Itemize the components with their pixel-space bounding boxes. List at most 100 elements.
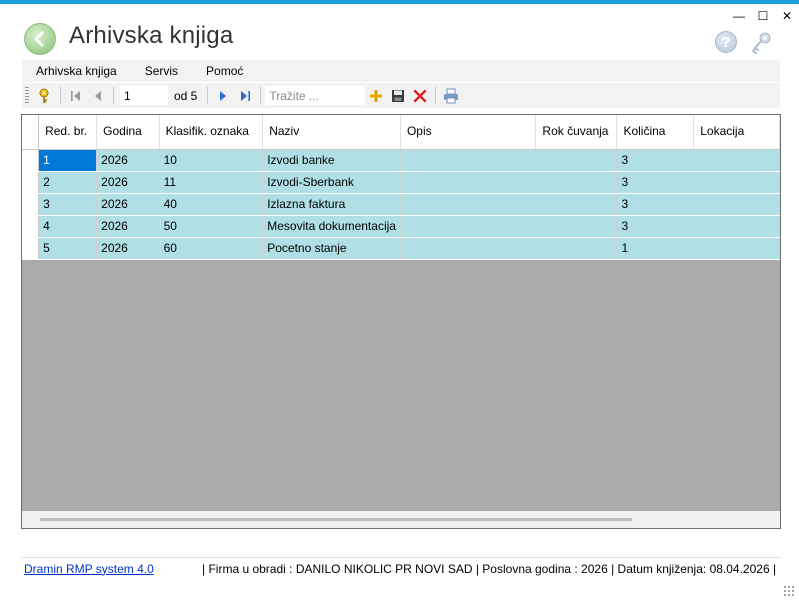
row-header[interactable] bbox=[22, 237, 40, 260]
table-row[interactable]: 2 2026 11 Izvodi-Sberbank 3 bbox=[22, 171, 780, 194]
last-record-button[interactable] bbox=[234, 86, 256, 106]
record-position-input[interactable] bbox=[120, 86, 168, 105]
column-header-naziv[interactable]: Naziv bbox=[262, 115, 401, 150]
back-button[interactable] bbox=[24, 23, 56, 55]
cell-lokacija[interactable] bbox=[693, 193, 780, 216]
cell-rok[interactable] bbox=[535, 149, 618, 172]
cell-godina[interactable]: 2026 bbox=[96, 149, 160, 172]
cell-kolicina[interactable]: 3 bbox=[616, 215, 695, 238]
status-info: | Firma u obradi : DANILO NIKOLIC PR NOV… bbox=[202, 561, 777, 576]
cell-oznaka[interactable]: 60 bbox=[159, 237, 264, 260]
toolbar-separator bbox=[435, 87, 437, 104]
cell-naziv[interactable]: Pocetno stanje bbox=[262, 237, 401, 260]
column-header-lokacija[interactable]: Lokacija bbox=[693, 115, 780, 150]
cell-naziv[interactable]: Izvodi-Sberbank bbox=[262, 171, 401, 194]
next-record-icon bbox=[220, 90, 227, 101]
cell-kolicina[interactable]: 3 bbox=[616, 193, 695, 216]
back-arrow-icon bbox=[34, 31, 44, 47]
cell-opis[interactable] bbox=[400, 171, 537, 194]
first-record-icon bbox=[71, 90, 80, 101]
toolbar-separator bbox=[260, 87, 262, 104]
cell-godina[interactable]: 2026 bbox=[96, 193, 160, 216]
archive-table: Red. br. Godina Klasifik. oznaka Naziv O… bbox=[22, 115, 780, 260]
column-header-rok-cuvanja[interactable]: Rok čuvanja bbox=[535, 115, 618, 150]
row-header[interactable] bbox=[22, 193, 40, 216]
minimize-button[interactable]: — bbox=[727, 6, 751, 26]
prev-record-icon bbox=[95, 90, 101, 101]
first-record-button[interactable] bbox=[65, 86, 87, 106]
menu-arhivska-knjiga[interactable]: Arhivska knjiga bbox=[22, 64, 131, 78]
column-header-godina[interactable]: Godina bbox=[96, 115, 160, 150]
column-header-klasifik-oznaka[interactable]: Klasifik. oznaka bbox=[159, 115, 264, 150]
column-header-opis[interactable]: Opis bbox=[400, 115, 537, 150]
window-controls: — ☐ ✕ bbox=[727, 6, 799, 26]
grid-header-row: Red. br. Godina Klasifik. oznaka Naziv O… bbox=[22, 115, 780, 150]
cell-kolicina[interactable]: 3 bbox=[616, 149, 695, 172]
toolbar-grip[interactable] bbox=[25, 87, 29, 104]
cell-oznaka[interactable]: 10 bbox=[159, 149, 264, 172]
table-row[interactable]: 3 2026 40 Izlazna faktura 3 bbox=[22, 193, 780, 216]
cell-red-br[interactable]: 4 bbox=[38, 215, 98, 238]
row-header-corner[interactable] bbox=[22, 115, 40, 150]
cell-godina[interactable]: 2026 bbox=[96, 237, 160, 260]
cell-naziv[interactable]: Izvodi banke bbox=[262, 149, 401, 172]
cell-opis[interactable] bbox=[400, 193, 537, 216]
maximize-button[interactable]: ☐ bbox=[751, 6, 775, 26]
add-icon bbox=[370, 89, 383, 102]
row-header[interactable] bbox=[22, 215, 40, 238]
cell-rok[interactable] bbox=[535, 193, 618, 216]
row-header[interactable] bbox=[22, 149, 40, 172]
print-button[interactable] bbox=[440, 86, 462, 106]
cell-opis[interactable] bbox=[400, 149, 537, 172]
cell-lokacija[interactable] bbox=[693, 237, 780, 260]
cell-lokacija[interactable] bbox=[693, 215, 780, 238]
close-button[interactable]: ✕ bbox=[775, 6, 799, 26]
next-record-button[interactable] bbox=[212, 86, 234, 106]
cell-red-br[interactable]: 2 bbox=[38, 171, 98, 194]
key-button[interactable] bbox=[34, 86, 56, 106]
print-icon bbox=[444, 88, 459, 103]
cell-rok[interactable] bbox=[535, 171, 618, 194]
add-button[interactable] bbox=[365, 86, 387, 106]
cell-lokacija[interactable] bbox=[693, 149, 780, 172]
cell-kolicina[interactable]: 3 bbox=[616, 171, 695, 194]
row-header[interactable] bbox=[22, 171, 40, 194]
cell-kolicina[interactable]: 1 bbox=[616, 237, 695, 260]
resize-grip[interactable] bbox=[783, 585, 795, 597]
product-link[interactable]: Dramin RMP system 4.0 bbox=[24, 562, 202, 576]
table-row[interactable]: 4 2026 50 Mesovita dokumentacija 3 bbox=[22, 215, 780, 238]
cell-red-br[interactable]: 5 bbox=[38, 237, 98, 260]
menu-pomoc[interactable]: Pomoć bbox=[192, 64, 257, 78]
help-icon[interactable]: ? bbox=[715, 31, 737, 53]
menu-servis[interactable]: Servis bbox=[131, 64, 192, 78]
page-title: Arhivska knjiga bbox=[69, 22, 234, 49]
keys-icon[interactable] bbox=[748, 30, 774, 56]
prev-record-button[interactable] bbox=[87, 86, 109, 106]
cell-godina[interactable]: 2026 bbox=[96, 171, 160, 194]
cell-oznaka[interactable]: 50 bbox=[159, 215, 264, 238]
archive-grid: Red. br. Godina Klasifik. oznaka Naziv O… bbox=[21, 114, 781, 529]
cell-godina[interactable]: 2026 bbox=[96, 215, 160, 238]
cell-opis[interactable] bbox=[400, 237, 537, 260]
horizontal-scroll-thumb[interactable] bbox=[40, 518, 632, 521]
column-header-kolicina[interactable]: Količina bbox=[616, 115, 695, 150]
cell-lokacija[interactable] bbox=[693, 171, 780, 194]
save-icon bbox=[392, 89, 405, 102]
cell-opis[interactable] bbox=[400, 215, 537, 238]
save-button[interactable] bbox=[387, 86, 409, 106]
cell-red-br[interactable]: 1 bbox=[38, 149, 98, 172]
column-header-red-br[interactable]: Red. br. bbox=[38, 115, 98, 150]
horizontal-scrollbar[interactable] bbox=[22, 511, 780, 528]
cell-rok[interactable] bbox=[535, 237, 618, 260]
search-input[interactable] bbox=[265, 86, 366, 105]
toolbar-separator bbox=[113, 87, 114, 104]
cell-oznaka[interactable]: 11 bbox=[159, 171, 264, 194]
cell-naziv[interactable]: Mesovita dokumentacija bbox=[262, 215, 401, 238]
table-row[interactable]: 1 2026 10 Izvodi banke 3 bbox=[22, 149, 780, 172]
table-row[interactable]: 5 2026 60 Pocetno stanje 1 bbox=[22, 237, 780, 260]
delete-button[interactable] bbox=[409, 86, 431, 106]
cell-oznaka[interactable]: 40 bbox=[159, 193, 264, 216]
cell-naziv[interactable]: Izlazna faktura bbox=[262, 193, 401, 216]
cell-red-br[interactable]: 3 bbox=[38, 193, 98, 216]
cell-rok[interactable] bbox=[535, 215, 618, 238]
